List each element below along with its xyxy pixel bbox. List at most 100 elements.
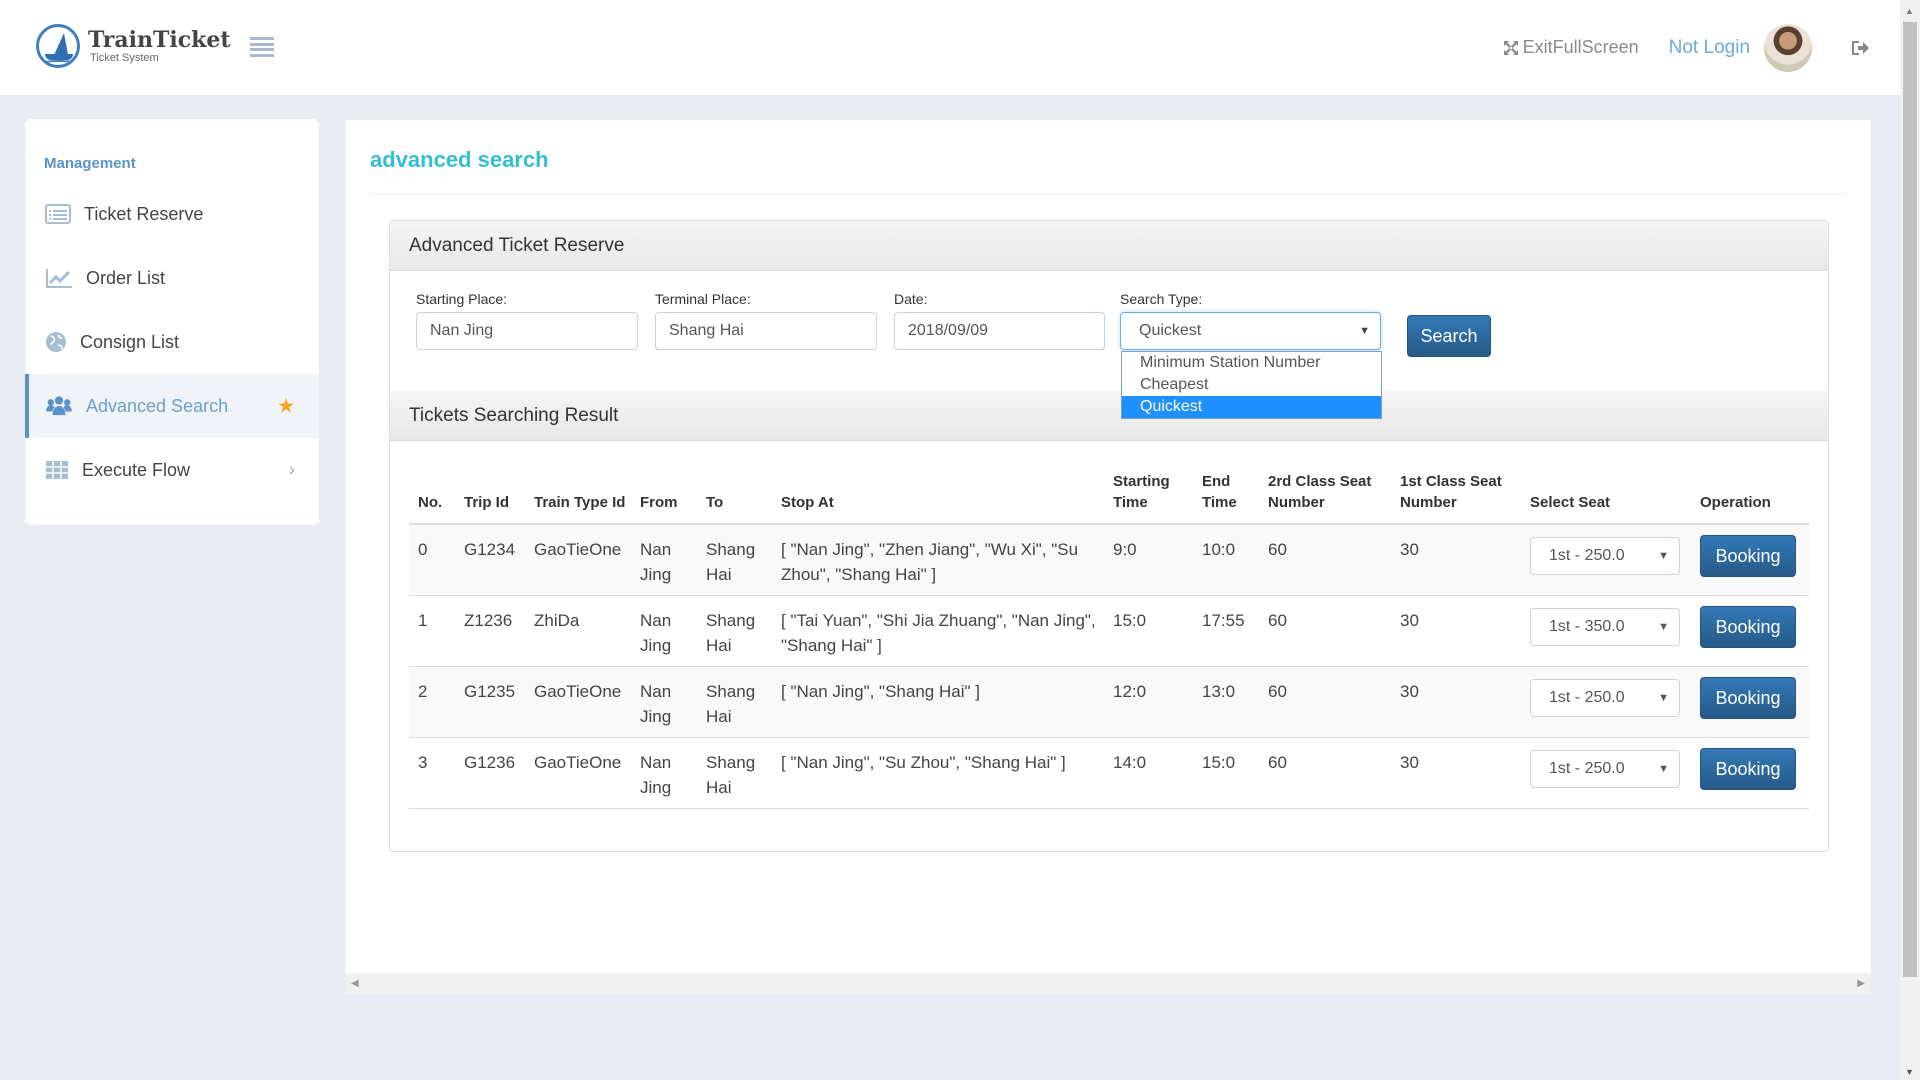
seat-select[interactable]: 1st - 350.0 ▼ [1530,608,1680,646]
scroll-left-icon[interactable]: ◀ [351,978,359,989]
starting-place-input[interactable] [416,312,638,350]
booking-button[interactable]: Booking [1700,535,1796,577]
terminal-place-label: Terminal Place: [655,291,751,307]
users-icon [46,396,72,416]
cell-stop-at: [ "Nan Jing", "Shang Hai" ] [772,666,1104,738]
column-header: Starting Time [1104,471,1193,525]
list-icon [45,204,71,224]
column-header: From [631,471,697,525]
booking-button[interactable]: Booking [1700,748,1796,790]
logout-icon[interactable] [1850,39,1870,57]
vertical-scrollbar[interactable]: ▲ ▼ [1900,0,1920,1080]
cell-to: Shang Hai [697,524,772,596]
cell-no: 3 [409,737,455,809]
scrollbar-thumb[interactable] [1903,22,1917,977]
column-header: Operation [1691,471,1809,525]
booking-button[interactable]: Booking [1700,677,1796,719]
line-chart-icon [46,269,72,288]
search-form: Starting Place: Terminal Place: Date: Se… [390,291,1828,419]
search-type-option[interactable]: Minimum Station Number [1122,352,1381,374]
reserve-panel-title: Advanced Ticket Reserve [390,221,1828,271]
login-status-link[interactable]: Not Login [1669,37,1750,59]
cell-to: Shang Hai [697,666,772,738]
expand-arrows-icon [1503,40,1518,55]
cell-select-seat: 1st - 250.0 ▼ [1521,666,1691,738]
seat-select[interactable]: 1st - 250.0 ▼ [1530,679,1680,717]
user-avatar[interactable] [1764,23,1812,72]
seat-select-value: 1st - 350.0 [1549,618,1625,635]
sidebar-item-advanced-search[interactable]: Advanced Search ★ [25,374,319,438]
search-type-group: Search Type: Quickest ▼ Minimum Station … [1120,291,1382,419]
cell-from: Nan Jing [631,524,697,596]
dropdown-caret-icon: ▼ [1658,621,1669,633]
seat-select[interactable]: 1st - 250.0 ▼ [1530,537,1680,575]
scroll-up-icon[interactable]: ▲ [1905,6,1914,16]
date-group: Date: [894,291,1105,350]
seat-select[interactable]: 1st - 250.0 ▼ [1530,750,1680,788]
search-type-option-selected[interactable]: Quickest [1122,396,1381,418]
cell-operation: Booking [1691,524,1809,596]
column-header: 1st Class Seat Number [1391,471,1521,525]
column-header: End Time [1193,471,1259,525]
exit-fullscreen-label: ExitFullScreen [1522,37,1639,57]
column-header: To [697,471,772,525]
results-panel-title: Tickets Searching Result [390,391,1828,441]
table-row: 0 G1234 GaoTieOne Nan Jing Shang Hai[ "Nan J… [409,524,1809,596]
search-type-select[interactable]: Quickest ▼ Minimum Station Number Cheape… [1120,312,1382,419]
table-row: 1 Z1236 ZhiDa Nan Jing Shang Hai[ "Tai Yuan"… [409,595,1809,667]
cell-operation: Booking [1691,595,1809,667]
booking-button[interactable]: Booking [1700,606,1796,648]
cell-select-seat: 1st - 250.0 ▼ [1521,524,1691,596]
chevron-right-icon: › [289,459,295,480]
cell-to: Shang Hai [697,595,772,667]
cell-trip-id: Z1236 [455,595,525,667]
cell-train-type: GaoTieOne [525,524,631,596]
cell-start: 15:0 [1104,595,1193,667]
terminal-place-group: Terminal Place: [655,291,877,350]
column-header: Trip Id [455,471,525,525]
sidebar-item-execute-flow[interactable]: Execute Flow › [25,438,319,502]
cell-no: 0 [409,524,455,596]
cell-start: 12:0 [1104,666,1193,738]
terminal-place-input[interactable] [655,312,877,350]
sailboat-logo-icon [36,24,80,68]
sidebar-item-consign-list[interactable]: Consign List [25,310,319,374]
column-header: No. [409,471,455,525]
cell-end: 17:55 [1193,595,1259,667]
cell-operation: Booking [1691,666,1809,738]
scroll-down-icon[interactable]: ▼ [1905,1067,1914,1077]
sidebar-item-label: Advanced Search [86,395,229,416]
cell-start: 14:0 [1104,737,1193,809]
sidebar-heading: Management [44,155,136,172]
cell-select-seat: 1st - 350.0 ▼ [1521,595,1691,667]
table-icon [46,461,68,479]
sidebar-item-label: Consign List [80,331,180,352]
search-button[interactable]: Search [1407,315,1491,357]
search-type-option[interactable]: Cheapest [1122,374,1381,396]
menu-toggle-icon[interactable] [250,37,274,57]
sidebar-item-ticket-reserve[interactable]: Ticket Reserve [25,182,319,246]
globe-icon [46,332,66,352]
cell-stop-at: [ "Nan Jing", "Su Zhou", "Shang Hai" ] [772,737,1104,809]
horizontal-scrollbar[interactable]: ◀ ▶ [345,973,1871,994]
date-input[interactable] [894,312,1105,350]
cell-from: Nan Jing [631,737,697,809]
exit-fullscreen-button[interactable]: ExitFullScreen [1503,37,1639,58]
search-type-value: Quickest [1139,322,1202,339]
sidebar-item-order-list[interactable]: Order List [25,246,319,310]
cell-trip-id: G1234 [455,524,525,596]
search-type-label: Search Type: [1120,291,1203,307]
cell-stop-at: [ "Nan Jing", "Zhen Jiang", "Wu Xi", "Su… [772,524,1104,596]
cell-end: 10:0 [1193,524,1259,596]
scroll-right-icon[interactable]: ▶ [1857,978,1865,989]
brand-logo[interactable]: TrainTicket Ticket System [36,24,231,68]
page-title: advanced search [370,147,549,172]
cell-trip-id: G1236 [455,737,525,809]
cell-start: 9:0 [1104,524,1193,596]
star-icon: ★ [277,395,295,418]
sidebar-item-label: Order List [86,267,166,288]
date-label: Date: [894,291,928,307]
column-header: 2rd Class Seat Number [1259,471,1391,525]
starting-place-label: Starting Place: [416,291,508,307]
brand-title: TrainTicket [88,27,231,53]
